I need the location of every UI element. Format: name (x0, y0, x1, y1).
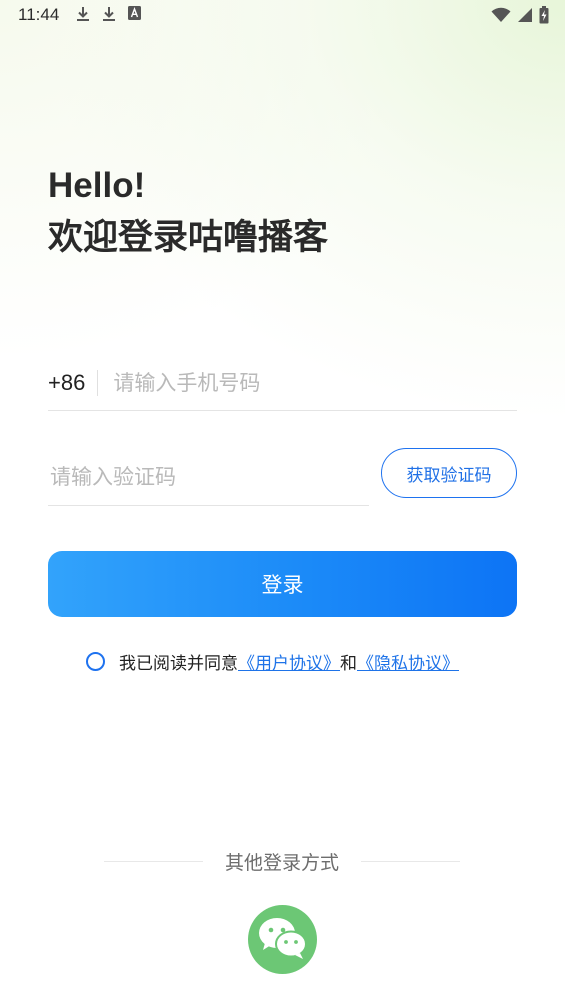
battery-charging-icon (539, 6, 549, 28)
divider-left (104, 860, 203, 862)
status-bar: 11:44 (0, 0, 565, 32)
notification-icons (76, 6, 141, 22)
verification-code-input[interactable] (48, 463, 352, 490)
user-agreement-link[interactable]: 《用户协议》 (238, 649, 340, 674)
phone-row: +86 (48, 356, 517, 411)
privacy-agreement-link[interactable]: 《隐私协议》 (357, 649, 459, 674)
divider-right (361, 860, 461, 862)
agreement: 我已阅读并同意 《用户协议》 和 《隐私协议》 (86, 649, 459, 674)
download-icon (76, 6, 90, 22)
agree-checkbox[interactable] (86, 652, 105, 671)
a-box-icon (128, 6, 141, 22)
agreement-prefix: 我已阅读并同意 (119, 654, 238, 674)
country-code[interactable]: +86 (48, 370, 99, 396)
cellular-signal-icon (517, 7, 533, 27)
code-row (48, 448, 369, 506)
get-code-button[interactable]: 获取验证码 (381, 448, 517, 498)
greeting: Hello! 欢迎登录咕噜播客 (48, 164, 328, 264)
wechat-login-button[interactable] (248, 905, 317, 974)
agreement-conjunction: 和 (340, 654, 357, 674)
other-login-label: 其他登录方式 (225, 851, 340, 874)
phone-input[interactable] (111, 370, 496, 396)
greeting-hello: Hello! (48, 166, 146, 205)
other-login-section: 其他登录方式 (104, 846, 461, 876)
status-time: 11:44 (18, 5, 60, 24)
system-icons (491, 6, 549, 28)
download-icon (102, 6, 116, 22)
wechat-icon (257, 915, 309, 965)
login-button[interactable]: 登录 (48, 551, 517, 617)
page-title: 欢迎登录咕噜播客 (48, 218, 329, 258)
wifi-icon (491, 7, 511, 27)
